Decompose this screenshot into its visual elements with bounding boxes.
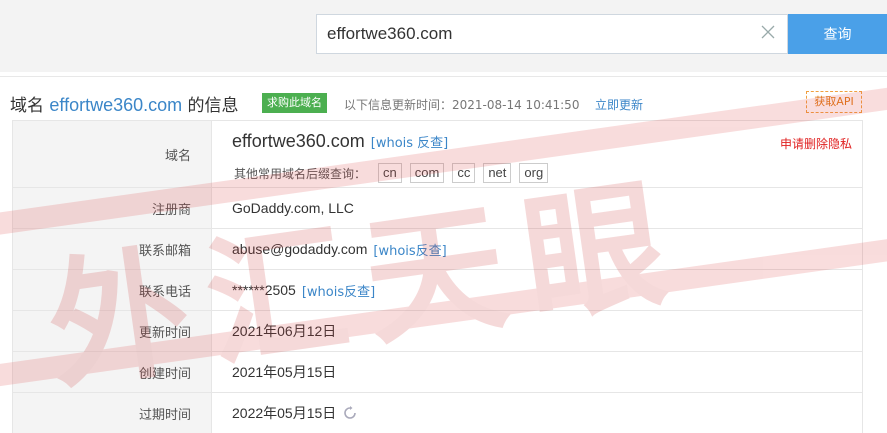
suffix-query: 其他常用域名后缀查询： cn com cc net org (234, 163, 549, 183)
row-value: ******2505 [whois反查] (212, 270, 863, 310)
phone-whois-link[interactable]: [whois反查] (302, 281, 375, 300)
email-value: abuse@godaddy.com (232, 241, 368, 257)
title-suffix: 的信息 (182, 96, 239, 116)
table-row-expires: 过期时间 2022年05月15日 (12, 393, 863, 433)
search-button[interactable]: 查询 (788, 14, 887, 54)
row-value: 2021年05月15日 (212, 352, 863, 392)
row-label: 更新时间 (12, 311, 212, 351)
registrar-value: GoDaddy.com, LLC (232, 200, 354, 216)
domain-name: effortwe360.com [whois 反查] (232, 131, 448, 152)
suffix-cn[interactable]: cn (378, 163, 402, 183)
table-row-domain: 域名 effortwe360.com [whois 反查] 其他常用域名后缀查询：… (12, 121, 863, 188)
suffix-org[interactable]: org (519, 163, 549, 183)
row-value: 2021年06月12日 (212, 311, 863, 351)
title-domain-link[interactable]: effortwe360.com (49, 95, 182, 115)
refresh-icon[interactable] (342, 405, 358, 421)
row-label: 创建时间 (12, 352, 212, 392)
row-label: 联系邮箱 (12, 229, 212, 269)
row-label: 联系电话 (12, 270, 212, 310)
row-value: GoDaddy.com, LLC (212, 188, 863, 228)
search-bar: 查询 (0, 0, 887, 72)
title-prefix: 域名 (10, 96, 50, 116)
suffix-label: 其他常用域名后缀查询： (234, 166, 367, 181)
domain-name-text: effortwe360.com (232, 131, 365, 151)
row-label: 过期时间 (12, 393, 212, 433)
phone-value: ******2505 (232, 282, 296, 298)
row-label: 注册商 (12, 188, 212, 228)
table-row-email: 联系邮箱 abuse@godaddy.com [whois反查] (12, 229, 863, 270)
suffix-cc[interactable]: cc (452, 163, 476, 183)
row-value: effortwe360.com [whois 反查] 其他常用域名后缀查询： cn… (212, 121, 863, 187)
email-whois-link[interactable]: [whois反查] (373, 240, 446, 259)
updated-date-value: 2021年06月12日 (232, 323, 337, 339)
row-value: abuse@godaddy.com [whois反查] (212, 229, 863, 269)
update-time-text: 以下信息更新时间：2021-08-14 10:41:50 (344, 98, 580, 112)
whois-info-table: 域名 effortwe360.com [whois 反查] 其他常用域名后缀查询：… (12, 120, 863, 433)
table-row-created: 创建时间 2021年05月15日 (12, 352, 863, 393)
get-api-button[interactable]: 获取API (806, 91, 862, 113)
created-date-value: 2021年05月15日 (232, 364, 337, 380)
whois-reverse-link[interactable]: [whois 反查] (371, 136, 449, 151)
table-row-phone: 联系电话 ******2505 [whois反查] (12, 270, 863, 311)
domain-search-input[interactable] (316, 14, 788, 54)
suffix-com[interactable]: com (409, 163, 445, 183)
remove-privacy-link[interactable]: 申请删除隐私 (780, 135, 852, 152)
info-heading: 域名 effortwe360.com 的信息 求购此域名 以下信息更新时间：20… (0, 76, 887, 121)
update-now-link[interactable]: 立即更新 (595, 96, 643, 113)
close-icon[interactable] (760, 24, 776, 40)
table-row-registrar: 注册商 GoDaddy.com, LLC (12, 188, 863, 229)
expiry-date-value: 2022年05月15日 (232, 405, 337, 421)
table-row-updated: 更新时间 2021年06月12日 (12, 311, 863, 352)
suffix-net[interactable]: net (483, 163, 512, 183)
row-value: 2022年05月15日 (212, 393, 863, 433)
page-title: 域名 effortwe360.com 的信息 (10, 91, 239, 116)
row-label: 域名 (12, 121, 212, 187)
buy-domain-button[interactable]: 求购此域名 (262, 93, 327, 113)
